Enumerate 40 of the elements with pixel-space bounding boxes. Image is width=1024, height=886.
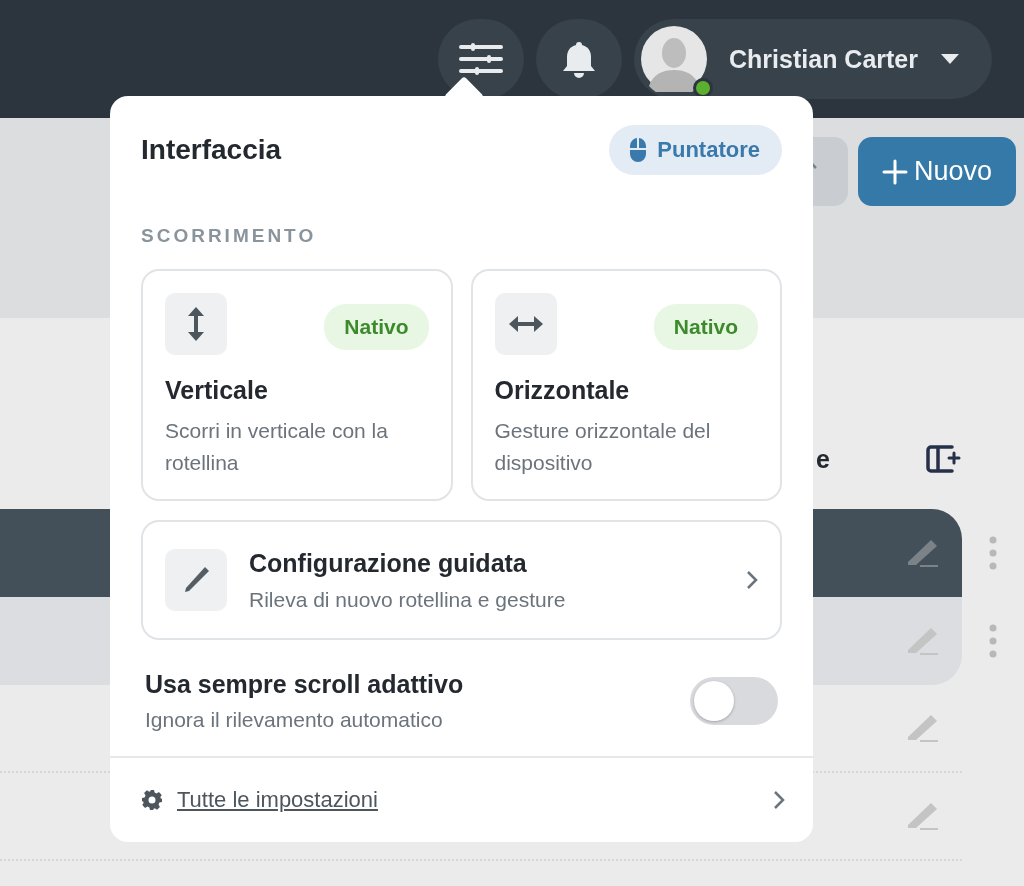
option-description: Gesture orizzontale del dispositivo	[494, 418, 712, 476]
add-column-icon	[926, 445, 962, 473]
option-description: Scorri in verticale con la rotellina	[165, 418, 389, 476]
user-menu-button[interactable]: Christian Carter	[634, 19, 992, 99]
scroll-option-card[interactable]: Nativo Verticale Scorri in verticale con la rotellina	[141, 269, 453, 501]
popover-title: Interfaccia	[141, 134, 282, 166]
guided-setup-subtitle: Rileva di nuovo rotellina e gesture	[249, 587, 567, 612]
more-icon	[989, 624, 997, 658]
pencil-icon	[906, 538, 940, 568]
chevron-right-icon	[773, 790, 785, 810]
plus-icon	[881, 158, 908, 185]
pencil-icon	[906, 626, 940, 656]
bell-icon	[561, 40, 598, 78]
sliders-icon	[459, 43, 504, 75]
mouse-icon	[629, 137, 648, 163]
status-badge: Nativo	[653, 304, 758, 350]
all-settings-link[interactable]: Tutte le impostazioni	[177, 787, 773, 813]
input-mode-chip[interactable]: Puntatore	[609, 125, 782, 175]
settings-icon	[141, 789, 163, 811]
pencil-icon	[906, 801, 940, 831]
caret-icon	[940, 53, 960, 65]
toggle-switch[interactable]	[690, 677, 778, 725]
status-badge: Nativo	[324, 304, 429, 350]
option-title: Orizzontale	[494, 376, 631, 405]
guided-setup-card[interactable]: Configurazione guidata Rileva di nuovo rotellina e gesture	[141, 520, 782, 640]
horizontal-arrows-icon	[507, 315, 544, 333]
add-column-button[interactable]	[926, 445, 962, 473]
vertical-arrows-icon	[187, 306, 205, 342]
scroll-option-card[interactable]: Nativo Orizzontale Gesture orizzontale del dispositivo	[470, 269, 782, 501]
new-button[interactable]: Nuovo	[857, 137, 1016, 206]
option-title: Verticale	[165, 376, 269, 405]
chevron-right-icon	[746, 570, 758, 590]
toggle-label: Usa sempre scroll adattivo	[145, 670, 464, 699]
pencil-icon	[906, 713, 940, 743]
more-icon	[989, 536, 997, 570]
avatar-icon	[641, 26, 708, 92]
toggle-hint: Ignora il rilevamento automatico	[145, 708, 444, 732]
section-heading: SCORRIMENTO	[141, 225, 318, 247]
guided-setup-title: Configurazione guidata	[249, 548, 528, 578]
column-header: e	[816, 444, 830, 474]
